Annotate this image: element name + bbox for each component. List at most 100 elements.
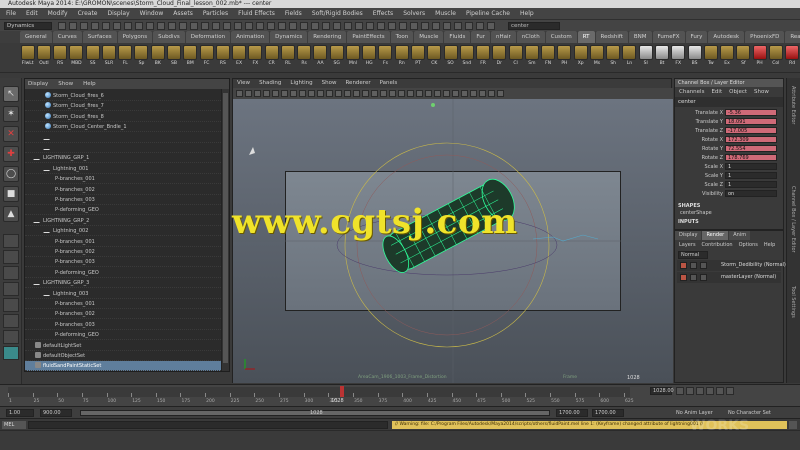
channel-attribute-value[interactable]: 72.554	[725, 145, 777, 152]
viewport-tool-icon[interactable]	[254, 90, 261, 97]
layout-single-icon[interactable]	[3, 234, 19, 248]
status-tool-icon[interactable]	[91, 22, 99, 30]
shelf-button[interactable]: Sh	[606, 45, 621, 71]
shelf-button[interactable]: PH	[557, 45, 572, 71]
menu-item-help[interactable]: Help	[520, 10, 534, 17]
status-tool-icon[interactable]	[289, 22, 297, 30]
outliner-menu-display[interactable]: Display	[28, 81, 48, 87]
outliner-item[interactable]: P-branches_001	[25, 237, 221, 247]
viewport-tool-icon[interactable]	[335, 90, 342, 97]
outliner-item[interactable]: P-deforming_GEO	[25, 330, 221, 341]
shelf-button[interactable]: FN	[541, 45, 556, 71]
layer-menu-layers[interactable]: Layers	[679, 242, 696, 248]
start-time-field[interactable]: 1.00	[6, 409, 34, 417]
viewport-tool-icon[interactable]	[452, 90, 459, 97]
shelf-button[interactable]: SS	[85, 45, 100, 71]
shelf-button[interactable]: CK	[427, 45, 442, 71]
menu-item-particles[interactable]: Particles	[203, 10, 228, 17]
viewport-menu-panels[interactable]: Panels	[380, 79, 398, 88]
shelf-button[interactable]: Rn	[394, 45, 409, 71]
status-tool-icon[interactable]	[190, 22, 198, 30]
shelf-button[interactable]: HG	[362, 45, 377, 71]
shelf-button[interactable]: BS	[687, 45, 702, 71]
status-tool-icon[interactable]	[157, 22, 165, 30]
status-tool-icon[interactable]	[355, 22, 363, 30]
shelf-tab-rendering[interactable]: Rendering	[308, 31, 347, 43]
outliner-item[interactable]: Lightning_001	[25, 164, 221, 174]
viewport-menu-renderer[interactable]: Renderer	[345, 79, 370, 88]
shelf-tab-redshift[interactable]: Redshift	[595, 31, 628, 43]
shelf-tab-custom[interactable]: Custom	[545, 31, 577, 43]
shelf-button[interactable]: Fs	[378, 45, 393, 71]
status-tool-icon[interactable]	[69, 22, 77, 30]
universal-tool-icon[interactable]: ▲	[3, 206, 19, 222]
layer-options-icon[interactable]	[700, 262, 707, 269]
status-tool-icon[interactable]	[179, 22, 187, 30]
shelf-button[interactable]: Rd	[784, 45, 800, 71]
shelf-button[interactable]: PT	[410, 45, 425, 71]
shelf-tab-deformation[interactable]: Deformation	[185, 31, 231, 43]
viewport-tool-icon[interactable]	[281, 90, 288, 97]
viewport-menu-view[interactable]: View	[237, 79, 250, 88]
viewport-tool-icon[interactable]	[371, 90, 378, 97]
shelf-button[interactable]: EX	[231, 45, 247, 71]
layer-recycle-icon[interactable]	[690, 274, 697, 281]
channel-menu-edit[interactable]: Edit	[711, 89, 722, 95]
status-tool-icon[interactable]	[135, 22, 143, 30]
select-tool-icon[interactable]: ↖	[3, 86, 19, 102]
shelf-button[interactable]: Bt	[654, 45, 669, 71]
menuset-select[interactable]: Dynamics	[4, 22, 52, 30]
shelf-button[interactable]: SG	[329, 45, 344, 71]
shelf-tab-toon[interactable]: Toon	[390, 31, 414, 43]
viewport-tool-icon[interactable]	[380, 90, 387, 97]
outliner-item[interactable]: P-deforming_GEO	[25, 205, 221, 216]
outliner-item[interactable]: P-branches_001	[25, 174, 221, 185]
shelf-tab-animation[interactable]: Animation	[231, 31, 270, 43]
outliner-item[interactable]: Lightning_003	[25, 289, 221, 299]
shelf-button[interactable]: MBD	[69, 45, 84, 71]
outliner-item[interactable]	[25, 133, 221, 143]
shelf-button[interactable]: Ms	[589, 45, 604, 71]
command-input[interactable]	[28, 421, 388, 429]
outliner-item[interactable]: P-branches_003	[25, 257, 221, 268]
channel-attribute-value[interactable]: 178.769	[725, 154, 777, 161]
menu-item-assets[interactable]: Assets	[173, 10, 193, 17]
shelf-button[interactable]: FlwLt	[20, 45, 35, 71]
status-tool-icon[interactable]	[476, 22, 484, 30]
shelf-button[interactable]: Sl	[638, 45, 653, 71]
viewport-tool-icon[interactable]	[263, 90, 270, 97]
shelf-tab-fluids[interactable]: Fluids	[444, 31, 471, 43]
shelf-button[interactable]: RL	[280, 45, 295, 71]
shelf-tab-surfaces[interactable]: Surfaces	[82, 31, 117, 43]
channel-attribute-value[interactable]: 1	[725, 172, 777, 179]
shelf-tab-nhair[interactable]: nHair	[491, 31, 516, 43]
shelf-button[interactable]: FL	[118, 45, 133, 71]
anim-layer-select[interactable]: No Anim Layer	[676, 410, 713, 416]
menu-item-window[interactable]: Window	[140, 10, 164, 17]
scale-tool-icon[interactable]: ■	[3, 186, 19, 202]
layout-render-icon[interactable]	[3, 346, 19, 360]
shelf-button[interactable]: FX	[248, 45, 263, 71]
layout-hypershade-icon[interactable]	[3, 330, 19, 344]
end-time-field[interactable]: 1700.00	[592, 409, 624, 417]
shelf-button[interactable]: Mnl	[345, 45, 360, 71]
status-tool-icon[interactable]	[300, 22, 308, 30]
layer-render-toggle-icon[interactable]	[680, 262, 687, 269]
status-tool-icon[interactable]	[311, 22, 319, 30]
outliner-item[interactable]: fluidSandPaintStaticSet	[25, 361, 221, 372]
menu-item-edit[interactable]: Edit	[26, 10, 38, 17]
playback-start-field[interactable]: 900.00	[40, 409, 72, 417]
outliner-item[interactable]: P-branches_002	[25, 247, 221, 257]
channel-menu-show[interactable]: Show	[754, 89, 769, 95]
shelf-button[interactable]: Rs	[297, 45, 312, 71]
shelf-button[interactable]: Ex	[719, 45, 735, 71]
shape-name[interactable]: centerShape	[680, 210, 712, 216]
menu-item-modify[interactable]: Modify	[48, 10, 68, 17]
status-tool-icon[interactable]	[58, 22, 66, 30]
status-tool-icon[interactable]	[487, 22, 495, 30]
shelf-button[interactable]: BM	[183, 45, 198, 71]
status-tool-icon[interactable]	[146, 22, 154, 30]
shelf-tab-fury[interactable]: Fury	[685, 31, 708, 43]
channel-attribute-value[interactable]: 1	[725, 181, 777, 188]
viewport-tool-icon[interactable]	[488, 90, 495, 97]
